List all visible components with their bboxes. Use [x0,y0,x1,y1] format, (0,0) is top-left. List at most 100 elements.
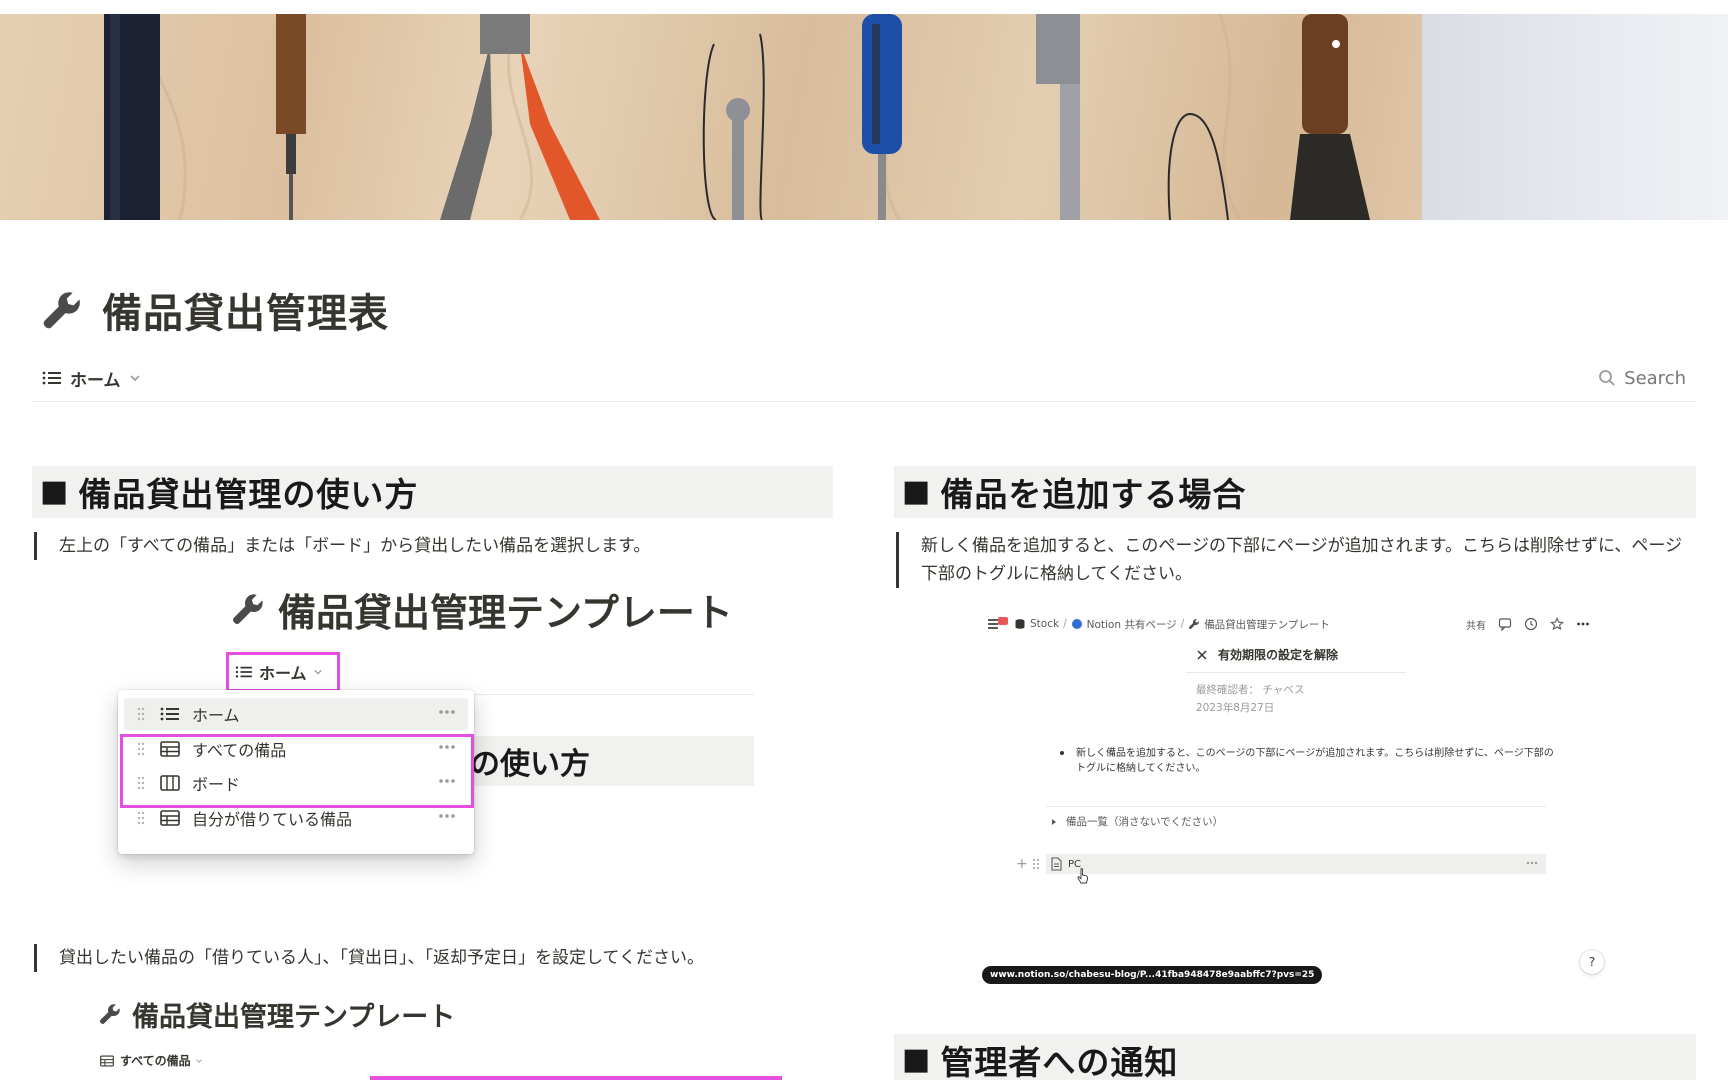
close-icon [1197,649,1207,660]
list-icon [42,371,61,385]
embedded-title-text: 備品貸出管理テンプレート [278,590,733,635]
dropdown-item-label: ボード [192,775,241,794]
search-label: Search [1624,367,1686,389]
dropdown-item-home: ホーム [124,698,468,730]
database-view-bar: ホーム Search [32,358,1696,402]
embedded-view-text: すべての備品 [120,1054,191,1068]
embedded-divider [460,694,754,695]
more-options-icon [1526,861,1538,865]
toggle-triangle-icon [1052,818,1056,825]
dropdown-item-my-borrowed: 自分が借りている備品 [124,802,468,834]
table-icon [160,741,180,757]
star-icon [1550,617,1564,631]
embedded-highlight-edge [370,1076,782,1080]
embedded-view-label: すべての備品 [100,1052,203,1069]
help-button: ? [1580,950,1604,974]
status-url-tooltip: www.notion.so/chabesu-blog/P...41fba9484… [982,966,1323,984]
page-cover-image [0,14,1728,220]
embedded-bg-heading: の使い方 [460,736,754,786]
quote-block: 新しく備品を追加すると、このページの下部にページが追加されます。こちらは削除せず… [896,532,1686,588]
quote-block: 左上の「すべての備品」または「ボード」から貸出したい備品を選択します。 [34,532,814,560]
embedded-divider [1186,672,1406,673]
more-options-icon [439,710,455,714]
chevron-down-icon [195,1058,202,1063]
bulleted-list-item: 新しく備品を追加すると、このページの下部にページが追加されます。こちらは削除せず… [1056,746,1556,776]
database-icon [1015,619,1025,629]
dropdown-item-label: ホーム [192,706,240,725]
embedded-title-text: 備品貸出管理テンプレート [132,1001,456,1033]
more-options-icon [439,814,455,818]
cover-wall-area [1422,14,1728,220]
embedded-divider [1046,806,1546,807]
search-icon [1599,370,1615,386]
page-icon [1051,857,1062,871]
heading-text: 管理者への通知 [940,1043,1179,1080]
bullet-text: 新しく備品を追加すると、このページの下部にページが追加されます。こちらは削除せず… [1076,748,1554,774]
heading-how-to-use: ■ 備品貸出管理の使い方 [32,466,833,518]
black-square-icon: ■ [902,474,931,509]
unset-expiry-option: 有効期限の設定を解除 [1196,646,1338,663]
add-block-icon: + [1016,856,1028,872]
dropdown-item-label: すべての備品 [192,741,287,760]
unset-expiry-label: 有効期限の設定を解除 [1218,648,1339,662]
breadcrumb-item: Stock [1030,618,1060,630]
wrench-icon [43,292,80,329]
embedded-view-pill-highlighted: ホーム [226,652,340,692]
drag-handle-icon [137,811,145,825]
board-icon [160,775,180,791]
toggle-label: 備品一覧（消さないでください） [1066,816,1224,828]
heading-add-items: ■ 備品を追加する場合 [894,466,1696,518]
bullet-dot [1060,751,1064,755]
heading-text: 備品を追加する場合 [940,475,1247,514]
last-verified-by: 最終確認者： チャベス [1196,684,1305,696]
table-icon [100,1055,114,1066]
wrench-icon [233,594,263,624]
heading-admin-notification: ■ 管理者への通知 [894,1034,1696,1080]
items-list-toggle: 備品一覧（消さないでください） [1050,814,1223,829]
pc-page-row: + PC [1016,854,1546,874]
page-title: 備品貸出管理表 [102,291,389,337]
embedded-view-pill-label: ホーム [259,664,307,683]
black-square-icon: ■ [902,1042,931,1077]
search-button[interactable]: Search [1598,364,1686,392]
more-options-icon [439,779,455,783]
list-icon [160,707,179,721]
last-verified-date: 2023年8月27日 [1196,702,1275,714]
hand-cursor-icon [1077,868,1089,884]
drag-handle-icon [1033,859,1039,869]
wrench-icon [100,1004,120,1024]
page-header: 備品貸出管理表 [40,282,389,338]
drag-handle-icon [137,707,145,721]
more-options-icon [1577,622,1589,626]
breadcrumb-separator: / [1180,618,1185,630]
quote-block: 貸出したい備品の「借りている人」、「貸出日」、「返却予定日」を設定してください。 [34,944,824,972]
drag-handle-icon [137,742,145,756]
clock-icon [1524,617,1538,631]
dropdown-item-label: 自分が借りている備品 [192,810,353,829]
drag-handle-icon [137,776,145,790]
share-label: 共有 [1466,620,1486,632]
embedded-bg-heading-text: の使い方 [470,747,590,782]
more-options-icon [439,745,455,749]
view-switcher-button[interactable]: ホーム [42,364,141,392]
heading-text: 備品貸出管理の使い方 [78,475,419,514]
breadcrumb-item: 備品貸出管理テンプレート [1204,618,1330,631]
dropdown-item-all-items: すべての備品 [124,733,468,765]
comment-icon [1498,618,1512,631]
sidebar-notification-icon [988,617,1008,629]
wrench-icon [1189,619,1200,629]
chevron-down-icon [129,375,140,382]
embedded-topbar: Stock / Notion 共有ページ / 備品貸出管理テンプレート 共有 [988,614,1604,634]
black-square-icon: ■ [40,474,69,509]
table-icon [160,810,180,826]
embedded-notion-screenshot: Stock / Notion 共有ページ / 備品貸出管理テンプレート 共有 有… [976,606,1616,992]
chevron-down-icon [313,669,322,675]
list-icon [235,666,252,678]
blue-circle-icon [1071,619,1082,629]
breadcrumb-item: Notion 共有ページ [1086,618,1177,631]
embedded-page-title: 備品貸出管理テンプレート [230,582,733,636]
embedded-top-actions: 共有 [1466,614,1590,634]
breadcrumb-separator: / [1063,618,1067,630]
current-view-label: ホーム [70,370,121,391]
dropdown-item-board: ボード [124,767,468,799]
